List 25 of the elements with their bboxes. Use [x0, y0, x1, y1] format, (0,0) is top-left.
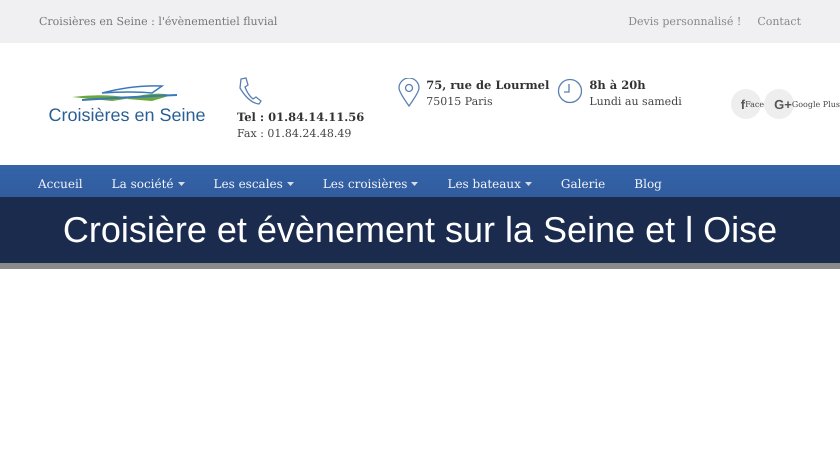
caret-icon — [286, 182, 294, 186]
contact-heading: 8h à 20h — [589, 78, 647, 92]
top-link[interactable]: Devis personnalisé ! — [628, 15, 742, 28]
clock-icon — [557, 78, 584, 104]
banner-title: Croisière et évènement sur la Seine et l Oise — [62, 209, 778, 251]
nav-item[interactable]: Les escales — [214, 176, 294, 192]
nav-item[interactable]: La société — [112, 176, 185, 192]
map-pin-icon — [398, 78, 420, 108]
nav-item[interactable]: Galerie — [560, 176, 606, 192]
logo[interactable]: Croisières en Seine — [42, 82, 212, 126]
contact-heading: 75, rue de Lourmel — [426, 78, 550, 92]
phone-icon — [237, 76, 263, 106]
contact-detail: Fax : 01.84.24.48.49 — [237, 127, 352, 140]
top-link[interactable]: Contact — [757, 15, 801, 28]
contact-detail: Lundi au samedi — [589, 95, 682, 108]
nav-item[interactable]: Blog — [634, 176, 662, 192]
caret-icon — [411, 182, 418, 186]
nav-item[interactable]: Les croisières — [322, 176, 418, 192]
contact-detail: 75015 Paris — [426, 95, 494, 108]
nav-item[interactable]: Les bateaux — [447, 176, 532, 192]
caret-icon — [178, 182, 185, 186]
nav-item[interactable]: Accueil — [38, 176, 83, 192]
caret-icon — [524, 182, 532, 186]
contact-heading: Tel : 01.84.14.11.56 — [237, 110, 364, 124]
site-tagline: Croisières en Seine : l'évènementiel fluvial — [39, 15, 278, 28]
